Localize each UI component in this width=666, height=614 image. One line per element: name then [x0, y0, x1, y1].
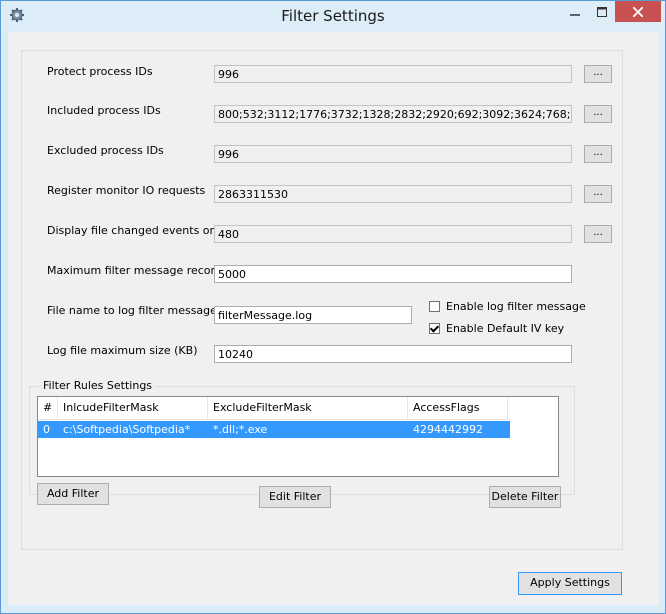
log-max-size-field[interactable]: 10240: [214, 345, 572, 363]
close-button[interactable]: [615, 1, 661, 22]
column-header-include[interactable]: InlcudeFilterMask: [58, 397, 208, 419]
protect-pids-browse-button[interactable]: ...: [584, 65, 612, 83]
enable-iv-label: Enable Default IV key: [446, 322, 565, 335]
column-header-exclude[interactable]: ExcludeFilterMask: [208, 397, 408, 419]
register-io-field[interactable]: 2863311530: [214, 185, 572, 203]
enable-iv-checkbox[interactable]: [429, 323, 440, 334]
protect-pids-label: Protect process IDs: [47, 65, 153, 78]
max-records-field[interactable]: 5000: [214, 265, 572, 283]
row-exclude-cell: *.dll;*.exe: [213, 423, 268, 436]
excluded-pids-field[interactable]: 996: [214, 145, 572, 163]
row-flags-cell: 4294442992: [413, 423, 483, 436]
maximize-button[interactable]: [589, 1, 615, 22]
close-icon: [633, 6, 643, 17]
filter-settings-window: Filter Settings Protect process IDs 996 …: [0, 0, 666, 614]
excluded-pids-label: Excluded process IDs: [47, 144, 164, 157]
apply-settings-button[interactable]: Apply Settings: [518, 572, 622, 595]
minimize-icon: [570, 13, 580, 16]
display-events-browse-button[interactable]: ...: [584, 225, 612, 243]
filter-rules-list[interactable]: # InlcudeFilterMask ExcludeFilterMask Ac…: [37, 396, 559, 477]
included-pids-label: Included process IDs: [47, 104, 161, 117]
column-header-index[interactable]: #: [38, 397, 58, 419]
protect-pids-field[interactable]: 996: [214, 65, 572, 83]
list-header: # InlcudeFilterMask ExcludeFilterMask Ac…: [38, 397, 510, 420]
log-max-size-label: Log file maximum size (KB): [47, 344, 198, 357]
log-filename-label: File name to log filter message: [47, 304, 217, 317]
display-events-field[interactable]: 480: [214, 225, 572, 243]
register-io-label: Register monitor IO requests: [47, 184, 206, 197]
delete-filter-button[interactable]: Delete Filter: [489, 486, 561, 508]
maximize-icon: [597, 6, 607, 17]
edit-filter-button[interactable]: Edit Filter: [259, 486, 331, 508]
max-records-label: Maximum filter message records: [47, 264, 228, 277]
filter-rules-group-title: Filter Rules Settings: [41, 379, 155, 392]
register-io-browse-button[interactable]: ...: [584, 185, 612, 203]
enable-iv-checkbox-row[interactable]: Enable Default IV key: [429, 322, 564, 335]
minimize-button[interactable]: [561, 1, 589, 22]
settings-group: Protect process IDs 996 ... Included pro…: [21, 50, 623, 550]
dialog-client-area: Protect process IDs 996 ... Included pro…: [8, 32, 659, 605]
enable-log-label: Enable log filter message: [446, 300, 586, 313]
add-filter-button[interactable]: Add Filter: [37, 483, 109, 505]
display-events-label: Display file changed events only: [47, 224, 227, 237]
enable-log-checkbox-row[interactable]: Enable log filter message: [429, 300, 586, 313]
column-header-flags[interactable]: AccessFlags: [408, 397, 508, 419]
row-index-cell: 0: [43, 423, 50, 436]
title-bar: Filter Settings: [1, 1, 665, 32]
enable-log-checkbox[interactable]: [429, 301, 440, 312]
log-filename-field[interactable]: filterMessage.log: [214, 306, 412, 324]
row-include-cell: c:\Softpedia\Softpedia*: [63, 423, 191, 436]
included-pids-browse-button[interactable]: ...: [584, 105, 612, 123]
excluded-pids-browse-button[interactable]: ...: [584, 145, 612, 163]
table-row[interactable]: 0 c:\Softpedia\Softpedia* *.dll;*.exe 42…: [38, 421, 510, 438]
included-pids-field[interactable]: 800;532;3112;1776;3732;1328;2832;2920;69…: [214, 105, 572, 123]
